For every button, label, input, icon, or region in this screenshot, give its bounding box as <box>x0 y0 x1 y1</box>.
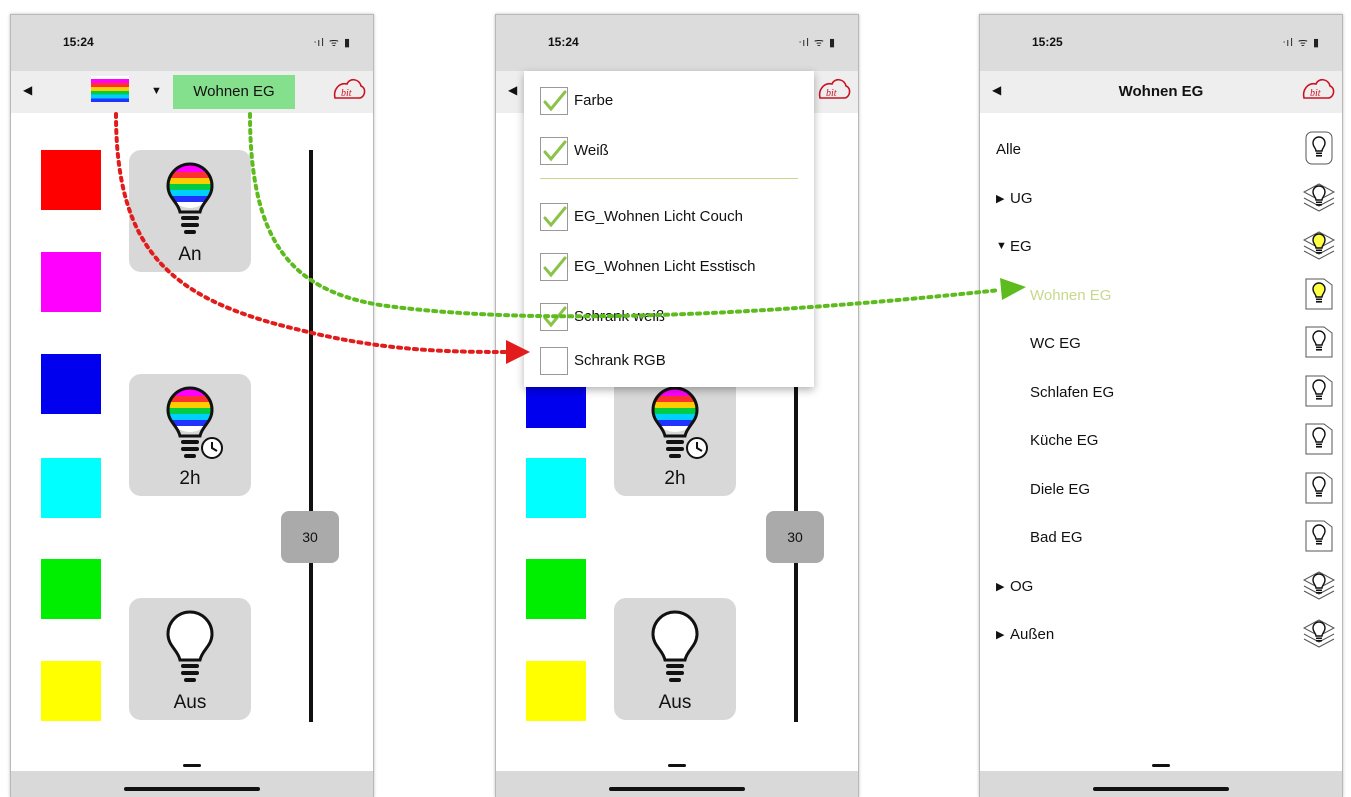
green-arrow-head <box>1000 278 1026 300</box>
green-dotted-arrow <box>248 112 1002 319</box>
annotation-arrows <box>114 112 1026 364</box>
red-dotted-arrow <box>114 112 508 354</box>
red-arrow-head <box>506 340 530 364</box>
